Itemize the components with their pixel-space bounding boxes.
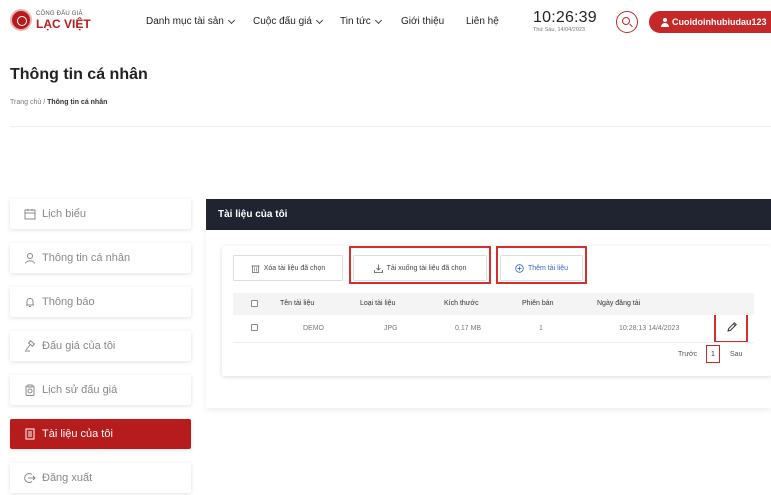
documents-panel-title: Tài liệu của tôi xyxy=(218,209,288,220)
clock-time: 10:26:39 xyxy=(533,9,597,26)
select-all-checkbox[interactable] xyxy=(251,300,258,307)
column-header-size: Kích thước xyxy=(444,300,479,307)
add-circle-icon xyxy=(515,263,524,273)
breadcrumb-home[interactable]: Trang chủ xyxy=(10,99,41,106)
gavel-icon xyxy=(24,340,36,352)
chevron-down-icon xyxy=(227,16,235,24)
delete-selected-label: Xóa tài liệu đã chọn xyxy=(263,264,326,272)
nav-item-label: Tin tức xyxy=(340,16,371,27)
breadcrumb-current: Thông tin cá nhân xyxy=(47,99,108,106)
column-header-type: Loại tài liệu xyxy=(360,300,396,307)
sidebar-item-label: Thông báo xyxy=(42,296,95,308)
top-header: CÔNG ĐẤU GIÁ LẠC VIỆT Danh mục tài sản C… xyxy=(0,0,771,52)
table-row: DEMO JPG 0.17 MB 1 10:28:13 14/4/2023 xyxy=(233,315,754,343)
pagination-page-number: 1 xyxy=(711,350,715,358)
breadcrumb: Trang chủ / Thông tin cá nhân xyxy=(10,99,107,106)
logo-title: LẠC VIỆT xyxy=(36,16,91,31)
add-document-label: Thêm tài liệu xyxy=(527,264,569,272)
clipboard-icon xyxy=(24,384,36,396)
download-selected-button[interactable]: Tải xuống tài liệu đã chọn xyxy=(353,255,487,281)
sidebar-item-profile[interactable]: Thông tin cá nhân xyxy=(10,243,191,273)
nav-item-label: Giới thiệu xyxy=(401,16,445,27)
cell-uploaded: 10:28:13 14/4/2023 xyxy=(619,325,680,332)
column-header-name: Tên tài liệu xyxy=(280,300,315,307)
sidebar-item-label: Lịch sử đấu giá xyxy=(42,384,118,396)
nav-item-contact[interactable]: Liên hệ xyxy=(466,16,499,27)
user-name: Cuoidoinhubiudau123 xyxy=(672,17,767,27)
cell-version: 1 xyxy=(539,325,543,332)
user-icon xyxy=(661,17,669,27)
pagination-page-current[interactable]: 1 xyxy=(706,345,720,363)
user-icon xyxy=(24,252,36,264)
nav-item-label: Liên hệ xyxy=(466,16,499,27)
sidebar-item-calendar[interactable]: Lịch biểu xyxy=(10,199,191,229)
sidebar-item-notifications[interactable]: Thông báo xyxy=(10,287,191,317)
row-checkbox[interactable] xyxy=(251,324,258,331)
chevron-down-icon xyxy=(315,16,323,24)
site-logo[interactable]: CÔNG ĐẤU GIÁ LẠC VIỆT xyxy=(10,9,91,31)
nav-item-about[interactable]: Giới thiệu xyxy=(401,16,444,27)
sidebar-item-logout[interactable]: Đăng xuất xyxy=(10,463,191,493)
download-selected-label: Tải xuống tài liệu đã chọn xyxy=(386,264,467,272)
pagination-next-label: Sau xyxy=(730,350,743,358)
download-icon xyxy=(373,264,383,273)
bell-icon xyxy=(24,296,36,308)
clock: 10:26:39 Thứ Sáu, 14/04/2023 xyxy=(533,9,597,33)
nav-item-label: Danh mục tài sản xyxy=(146,16,224,27)
sidebar-item-auction-history[interactable]: Lịch sử đấu giá xyxy=(10,375,191,405)
logo-subtitle: CÔNG ĐẤU GIÁ xyxy=(36,10,83,17)
nav-item-auctions[interactable]: Cuộc đấu giá xyxy=(253,16,323,27)
clock-date: Thứ Sáu, 14/04/2023 xyxy=(533,27,585,33)
logout-icon xyxy=(24,472,36,484)
column-header-version: Phiên bản xyxy=(522,300,554,307)
sidebar-item-label: Đấu giá của tôi xyxy=(42,340,116,352)
logo-emblem-icon xyxy=(10,9,32,31)
pencil-icon xyxy=(726,320,738,338)
cell-name: DEMO xyxy=(303,325,324,332)
trash-icon xyxy=(251,264,260,273)
nav-item-label: Cuộc đấu giá xyxy=(253,16,312,27)
sidebar-item-my-documents[interactable]: Tài liệu của tôi xyxy=(10,419,191,449)
page-title: Thông tin cá nhân xyxy=(10,66,148,83)
documents-table-header: Tên tài liệu Loại tài liệu Kích thước Ph… xyxy=(233,293,754,315)
pagination-prev[interactable]: Trước xyxy=(678,345,697,363)
nav-item-news[interactable]: Tin tức xyxy=(340,16,382,27)
delete-selected-button[interactable]: Xóa tài liệu đã chọn xyxy=(233,255,343,281)
add-document-button[interactable]: Thêm tài liệu xyxy=(500,255,583,281)
sidebar-item-label: Thông tin cá nhân xyxy=(42,252,131,264)
sidebar-item-label: Lịch biểu xyxy=(42,208,87,220)
pagination-prev-label: Trước xyxy=(678,350,698,358)
column-header-uploaded: Ngày đăng tải xyxy=(597,300,641,307)
divider xyxy=(10,126,771,127)
edit-document-button[interactable] xyxy=(719,317,745,341)
cell-type: JPG xyxy=(384,325,398,332)
nav-item-assets[interactable]: Danh mục tài sản xyxy=(146,16,235,27)
user-account-button[interactable]: Cuoidoinhubiudau123 xyxy=(649,11,771,33)
sidebar-item-label: Đăng xuất xyxy=(42,472,93,484)
sidebar-item-my-auctions[interactable]: Đấu giá của tôi xyxy=(10,331,191,361)
document-icon xyxy=(24,428,36,440)
cell-size: 0.17 MB xyxy=(455,325,482,332)
sidebar-item-label: Tài liệu của tôi xyxy=(42,428,113,440)
documents-panel-header: Tài liệu của tôi xyxy=(206,199,771,230)
calendar-icon xyxy=(24,208,36,220)
chevron-down-icon xyxy=(374,16,382,24)
pagination-next[interactable]: Sau xyxy=(730,345,742,363)
search-button[interactable] xyxy=(616,11,638,33)
